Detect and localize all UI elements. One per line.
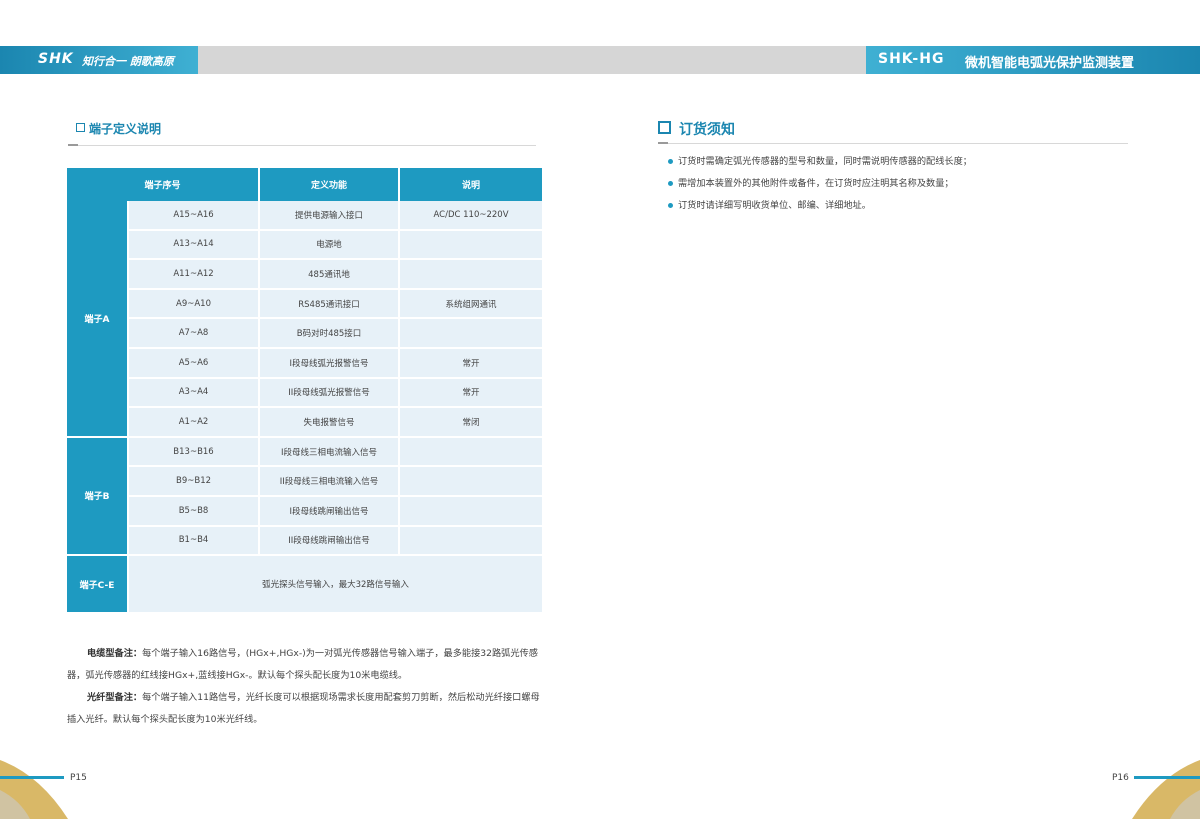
brand-logo: SHK	[38, 51, 74, 67]
footer-accent-right	[1134, 776, 1200, 779]
terminal-ce-description: 弧光探头信号输入，最大32路信号输入	[129, 556, 543, 615]
terminal-seq: B13~B16	[129, 437, 261, 468]
square-icon	[658, 121, 671, 134]
fiber-remark-label: 光纤型备注：	[87, 692, 143, 703]
table-row: 端子C-E 弧光探头信号输入，最大32路信号输入	[67, 556, 543, 615]
table-row: 端子A A15~A16 提供电源输入接口 AC/DC 110~220V	[67, 201, 543, 438]
header-function: 定义功能	[260, 168, 401, 201]
terminal-note: 常闭	[400, 408, 543, 438]
terminal-function: RS485通讯接口	[260, 289, 401, 320]
table-row: B9~B12 II段母线三相电流输入信号	[67, 467, 543, 497]
terminal-function: I段母线跳闸输出信号	[260, 496, 401, 527]
terminal-note: 常开	[400, 348, 543, 379]
terminal-note: 系统组网通讯	[400, 289, 543, 320]
terminal-note: AC/DC 110~220V	[400, 201, 543, 231]
product-model: SHK-HG	[878, 51, 945, 67]
terminal-seq: B9~B12	[129, 467, 261, 497]
table-row: A13~A14 电源地	[67, 230, 543, 261]
terminal-function: II段母线弧光报警信号	[260, 378, 401, 409]
terminal-function: 提供电源输入接口	[260, 201, 401, 231]
terminal-note	[400, 496, 543, 527]
group-label-b: 端子B	[67, 437, 129, 557]
terminal-note	[400, 437, 543, 468]
terminal-function: 失电报警信号	[260, 408, 401, 438]
table-row: 端子B B13~B16 I段母线三相电流输入信号	[67, 437, 543, 557]
group-label-ce: 端子C-E	[67, 556, 129, 615]
terminal-seq: A3~A4	[129, 378, 261, 409]
table-row: A11~A12 485通讯地	[67, 260, 543, 290]
table-row: A9~A10 RS485通讯接口 系统组网通讯	[67, 289, 543, 320]
section-divider-accent	[658, 142, 668, 144]
terminal-seq: A13~A14	[129, 230, 261, 261]
right-gold-arc	[1132, 760, 1200, 819]
table-row: A5~A6 I段母线弧光报警信号 常开	[67, 348, 543, 379]
cable-remark: 电缆型备注：每个端子输入16路信号，(HGx+,HGx-)为一对弧光传感器信号输…	[67, 643, 545, 687]
terminal-note	[400, 526, 543, 557]
remarks: 电缆型备注：每个端子输入16路信号，(HGx+,HGx-)为一对弧光传感器信号输…	[67, 643, 545, 731]
terminal-seq: A15~A16	[129, 201, 261, 231]
order-section-title: 订货须知	[679, 122, 735, 138]
terminal-function: I段母线弧光报警信号	[260, 348, 401, 379]
terminal-seq: B5~B8	[129, 496, 261, 527]
header-note: 说明	[400, 168, 543, 201]
group-label-a: 端子A	[67, 201, 129, 438]
terminal-function: 电源地	[260, 230, 401, 261]
order-section-heading: 订货须知	[658, 119, 735, 139]
terminal-seq: B1~B4	[129, 526, 261, 557]
section-divider-accent	[68, 144, 78, 146]
terminal-note	[400, 467, 543, 497]
table-header-row: 端子序号 定义功能 说明	[67, 168, 543, 201]
table-row: A1~A2 失电报警信号 常闭	[67, 408, 543, 438]
list-item: 订货时请详细写明收货单位、邮编、详细地址。	[668, 196, 972, 218]
terminal-seq: A11~A12	[129, 260, 261, 290]
section-divider	[68, 145, 536, 146]
left-gold-arc	[0, 760, 68, 819]
terminal-note	[400, 319, 543, 349]
section-divider	[658, 143, 1128, 144]
order-notes-list: 订货时需确定弧光传感器的型号和数量，同时需说明传感器的配线长度； 需增加本装置外…	[668, 152, 972, 218]
terminal-function: 485通讯地	[260, 260, 401, 290]
terminal-seq: A7~A8	[129, 319, 261, 349]
terminal-note: 常开	[400, 378, 543, 409]
terminal-note	[400, 230, 543, 261]
product-title: 微机智能电弧光保护监测装置	[965, 56, 1135, 71]
table-row: B5~B8 I段母线跳闸输出信号	[67, 496, 543, 527]
cable-remark-label: 电缆型备注：	[87, 648, 143, 659]
terminal-function: II段母线三相电流输入信号	[260, 467, 401, 497]
footer-accent-left	[0, 776, 64, 779]
table-row: B1~B4 II段母线跳闸输出信号	[67, 526, 543, 557]
page-number-right: P16	[1112, 773, 1129, 783]
terminal-definition-table: 端子序号 定义功能 说明 端子A A15~A16 提供电源输入接口 AC/DC …	[67, 168, 543, 615]
table-row: A7~A8 B码对时485接口	[67, 319, 543, 349]
terminal-seq: A5~A6	[129, 348, 261, 379]
right-grey-arc	[1170, 790, 1200, 819]
fiber-remark: 光纤型备注：每个端子输入11路信号，光纤长度可以根据现场需求长度用配套剪刀剪断，…	[67, 687, 545, 731]
terminal-seq: A1~A2	[129, 408, 261, 438]
list-item: 需增加本装置外的其他附件或备件，在订货时应注明其名称及数量；	[668, 174, 972, 196]
table-row: A3~A4 II段母线弧光报警信号 常开	[67, 378, 543, 409]
square-icon	[76, 123, 85, 132]
header-terminal-seq: 端子序号	[67, 168, 261, 201]
page-number-left: P15	[70, 773, 87, 783]
terminal-note	[400, 260, 543, 290]
terminal-function: I段母线三相电流输入信号	[260, 437, 401, 468]
left-grey-arc	[0, 790, 30, 819]
brand-slogan: 知行合一 朗歌高原	[82, 55, 174, 68]
terminal-seq: A9~A10	[129, 289, 261, 320]
terminal-section-title: 端子定义说明	[89, 122, 162, 136]
terminal-section-heading: 端子定义说明	[76, 120, 161, 137]
terminal-function: II段母线跳闸输出信号	[260, 526, 401, 557]
terminal-function: B码对时485接口	[260, 319, 401, 349]
list-item: 订货时需确定弧光传感器的型号和数量，同时需说明传感器的配线长度；	[668, 152, 972, 174]
